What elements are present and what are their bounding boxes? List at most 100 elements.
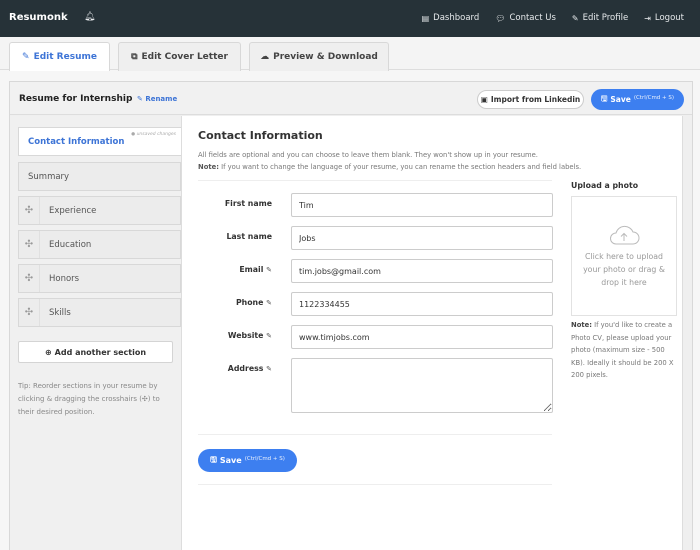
website-input[interactable] xyxy=(291,325,553,349)
nav-dashboard[interactable]: ▤ Dashboard xyxy=(422,13,480,23)
section-label: Skills xyxy=(49,307,71,318)
brand-logo[interactable]: Resumonk xyxy=(9,12,68,23)
plus-circle-icon: ⊕ xyxy=(44,347,52,357)
section-skills[interactable]: ✣ Skills xyxy=(18,298,181,327)
rename-label: Rename xyxy=(145,95,178,103)
add-section-button[interactable]: ⊕ Add another section xyxy=(18,341,173,363)
email-label-text: Email xyxy=(239,265,264,274)
drag-handle-icon[interactable]: ✣ xyxy=(19,197,40,224)
nav-contact-us[interactable]: 💬︎ Contact Us xyxy=(495,13,556,23)
resume-header: Resume for Internship ✎ Rename ▣ Import f… xyxy=(10,82,692,115)
upload-instructions: Click here to upload your photo or drag … xyxy=(583,251,665,287)
section-experience[interactable]: ✣ Experience xyxy=(18,196,181,225)
comments-icon: 💬︎ xyxy=(495,13,506,23)
linkedin-icon: ▣ xyxy=(480,95,488,104)
pencil-icon[interactable]: ✎ xyxy=(266,266,272,274)
tab-cover-letter-label: Edit Cover Letter xyxy=(141,52,228,62)
cloud-download-icon: ☁ xyxy=(260,52,270,62)
drag-handle-icon[interactable]: ✣ xyxy=(19,231,40,258)
save-label: Save xyxy=(610,95,631,104)
section-label: Experience xyxy=(49,205,97,216)
address-label-text: Address xyxy=(227,364,264,373)
photo-note-text: If you'd like to create a Photo CV, plea… xyxy=(571,321,674,379)
edit-icon: ✎ xyxy=(22,52,30,62)
nav-edit-profile-label: Edit Profile xyxy=(582,13,629,23)
email-label[interactable]: Email ✎ xyxy=(198,265,272,274)
nav-edit-profile[interactable]: ✎ Edit Profile xyxy=(572,13,628,23)
section-education[interactable]: ✣ Education xyxy=(18,230,181,259)
divider xyxy=(198,434,552,435)
phone-input[interactable] xyxy=(291,292,553,316)
section-label: Contact Information xyxy=(28,136,125,147)
editor-panel: Resume for Internship ✎ Rename ▣ Import f… xyxy=(9,81,693,550)
nav-dashboard-label: Dashboard xyxy=(433,13,480,23)
divider xyxy=(198,484,552,485)
tab-edit-resume[interactable]: ✎ Edit Resume xyxy=(9,42,110,71)
bell-icon[interactable]: 🔔︎ xyxy=(84,12,95,22)
reorder-tip: Tip: Reorder sections in your resume by … xyxy=(18,382,160,416)
cloud-upload-icon xyxy=(610,225,640,244)
first-name-label: First name xyxy=(198,199,272,208)
upload-photo-title: Upload a photo xyxy=(571,181,639,190)
unsaved-text: unsaved changes xyxy=(136,132,176,137)
section-contact-information[interactable]: Contact Information ● unsaved changes xyxy=(18,127,182,156)
save-label: Save xyxy=(219,456,242,465)
tab-preview-download[interactable]: ☁ Preview & Download xyxy=(249,42,389,71)
phone-label[interactable]: Phone ✎ xyxy=(198,298,272,307)
dashboard-icon: ▤ xyxy=(421,13,430,23)
section-title: Contact Information xyxy=(198,129,323,142)
drag-handle-icon[interactable]: ✣ xyxy=(19,299,40,326)
save-shortcut: (Ctrl/Cmd + S) xyxy=(633,94,675,101)
address-textarea[interactable] xyxy=(291,358,553,413)
nav-logout[interactable]: ⇥ Logout xyxy=(644,13,684,23)
website-label[interactable]: Website ✎ xyxy=(198,331,272,340)
tab-preview-label: Preview & Download xyxy=(273,52,378,62)
photo-note-label: Note: xyxy=(571,321,592,329)
note-text: If you want to change the language of yo… xyxy=(218,163,582,171)
tab-edit-cover-letter[interactable]: ⧉ Edit Cover Letter xyxy=(118,42,241,71)
rename-link[interactable]: ✎ Rename xyxy=(137,95,177,103)
section-label: Education xyxy=(49,239,92,250)
contact-form-panel: Contact Information All fields are optio… xyxy=(181,116,683,550)
pencil-icon[interactable]: ✎ xyxy=(266,332,272,340)
save-button-bottom[interactable]: 🖫 Save (Ctrl/Cmd + S) xyxy=(198,449,297,472)
tab-bar: ✎ Edit Resume ⧉ Edit Cover Letter ☁ Preview… xyxy=(0,37,700,71)
nav-contact-label: Contact Us xyxy=(509,13,556,23)
drag-handle-icon[interactable]: ✣ xyxy=(19,265,40,292)
section-sidebar: Contact Information ● unsaved changes Su… xyxy=(10,116,182,550)
resume-title: Resume for Internship xyxy=(19,94,133,104)
import-linkedin-button[interactable]: ▣ Import from Linkedin xyxy=(477,90,584,109)
section-summary[interactable]: Summary xyxy=(18,162,181,191)
add-section-label: Add another section xyxy=(54,347,147,357)
pencil-icon[interactable]: ✎ xyxy=(266,365,272,373)
description-text: All fields are optional and you can choo… xyxy=(198,151,538,159)
import-linkedin-label: Import from Linkedin xyxy=(490,95,581,104)
save-button-top[interactable]: 🖫 Save (Ctrl/Cmd + S) xyxy=(591,89,684,110)
save-shortcut: (Ctrl/Cmd + S) xyxy=(244,455,285,462)
first-name-input[interactable] xyxy=(291,193,553,217)
section-description: All fields are optional and you can choo… xyxy=(198,149,598,173)
last-name-label-text: Last name xyxy=(226,232,272,241)
email-input[interactable] xyxy=(291,259,553,283)
language-note: Note: If you want to change the language… xyxy=(198,161,598,173)
last-name-input[interactable] xyxy=(291,226,553,250)
tab-edit-resume-label: Edit Resume xyxy=(33,52,97,62)
nav-links: ▤ Dashboard 💬︎ Contact Us ✎ Edit Profile ⇥ L… xyxy=(422,13,684,23)
address-label[interactable]: Address ✎ xyxy=(198,364,272,373)
last-name-label: Last name xyxy=(198,232,272,241)
first-name-label-text: First name xyxy=(224,199,272,208)
section-label: Summary xyxy=(28,171,70,182)
section-honors[interactable]: ✣ Honors xyxy=(18,264,181,293)
pencil-icon[interactable]: ✎ xyxy=(266,299,272,307)
unsaved-changes-note: ● unsaved changes xyxy=(131,132,176,137)
pencil-icon: ✎ xyxy=(571,13,579,23)
divider xyxy=(198,180,552,181)
website-label-text: Website xyxy=(227,331,264,340)
section-label: Honors xyxy=(49,273,80,284)
floppy-disk-icon: 🖫 xyxy=(210,454,217,464)
photo-upload-dropzone[interactable]: Click here to upload your photo or drag … xyxy=(571,196,677,316)
nav-logout-label: Logout xyxy=(654,13,684,23)
copy-icon: ⧉ xyxy=(131,52,138,62)
note-label: Note: xyxy=(198,163,219,171)
top-navbar: Resumonk 🔔︎ ▤ Dashboard 💬︎ Contact Us ✎ Edi… xyxy=(0,0,700,37)
